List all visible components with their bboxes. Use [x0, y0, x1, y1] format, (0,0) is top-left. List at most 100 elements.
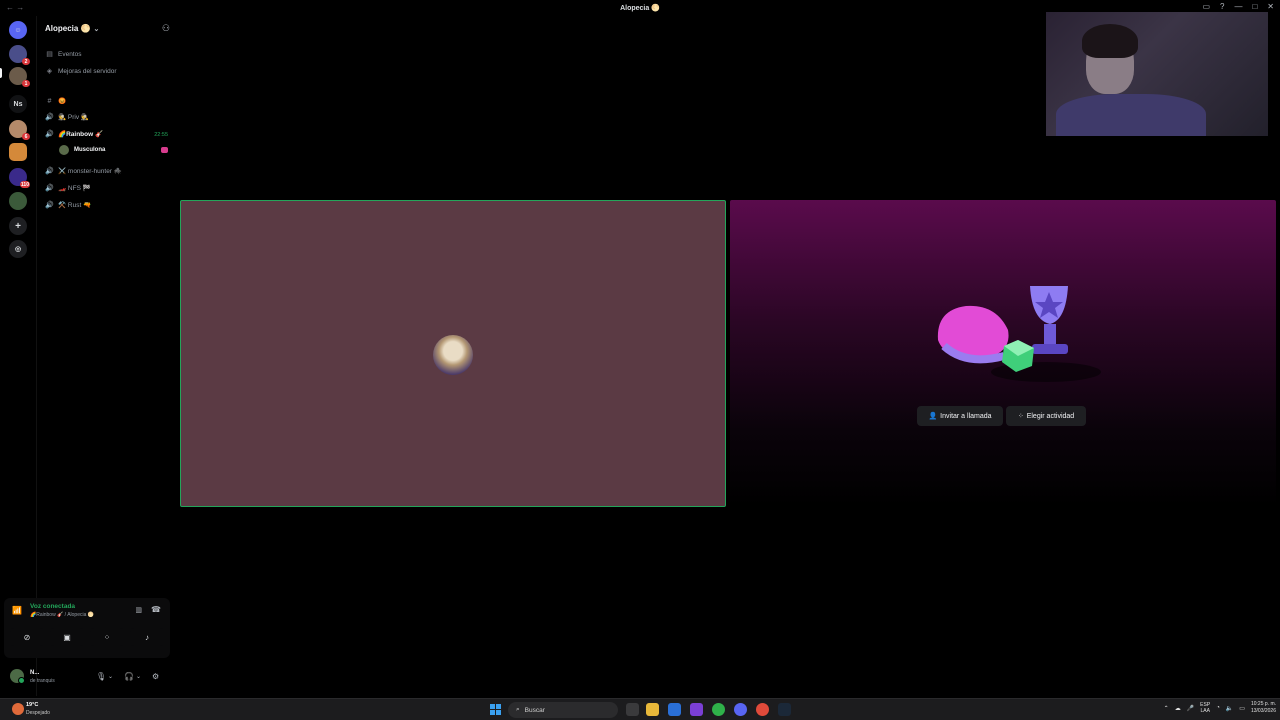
voice-connection-panel: 📶 Voz conectada 🌈Rainbow 🎸 / Alopecia 🌕 … — [4, 598, 170, 658]
chevron-down-icon[interactable]: ⌄ — [108, 673, 113, 680]
participant-avatar — [433, 335, 473, 375]
server-icon-ns[interactable]: Ns — [9, 95, 27, 113]
clock-date: 13/03/2026 — [1250, 708, 1276, 714]
channel-text[interactable]: # 😡 — [45, 97, 67, 106]
channel-voice-priv[interactable]: 🔊 🕵️ Priv 🕵️ — [45, 113, 89, 121]
headphones-icon[interactable]: 🎧 — [124, 672, 134, 681]
channel-name: 🕵️ Priv 🕵️ — [58, 114, 89, 121]
voice-location[interactable]: 🌈Rainbow 🎸 / Alopecia 🌕 — [30, 612, 94, 618]
avatar — [59, 145, 69, 155]
clock[interactable]: 10:25 p. m. 13/03/2026 — [1251, 701, 1276, 715]
username[interactable]: N... — [30, 670, 39, 676]
unread-badge: 110 — [19, 181, 30, 188]
settings-gear-icon[interactable]: ⚙ — [152, 672, 159, 681]
soundboard-button[interactable]: ♪ — [130, 628, 164, 646]
discord-logo-icon: ☺ — [14, 26, 22, 34]
webcam-overlay — [1046, 12, 1268, 136]
member-name: Musculona — [74, 147, 106, 153]
choose-activity-button[interactable]: ⁘ Elegir actividad — [1006, 406, 1086, 426]
speaker-icon: 🔊 — [45, 185, 54, 192]
discover-button[interactable]: ◎ — [9, 240, 27, 258]
server-icon[interactable] — [9, 192, 27, 210]
battery-icon[interactable]: ▭ — [1239, 705, 1245, 712]
microphone-icon[interactable]: 🎙 — [96, 672, 106, 681]
camera-button[interactable]: ⊘ — [10, 628, 44, 646]
channel-voice-rust[interactable]: 🔊 ⚒️ Rust 🔫 — [45, 201, 91, 209]
maximize-icon[interactable]: □ — [1252, 2, 1257, 11]
wifi-icon[interactable]: ◔ — [1216, 705, 1220, 711]
chevron-down-icon: ⌄ — [93, 26, 100, 33]
channel-voice-nfs[interactable]: 🔊 🏎️ NFS 🏁 — [45, 184, 91, 192]
chrome-icon[interactable] — [712, 703, 725, 716]
user-panel: N... de tranquis 🎙 ⌄ 🎧 ⌄ ⚙ — [4, 664, 170, 690]
boosts-item[interactable]: ◈ Mejoras del servidor — [45, 67, 117, 76]
unread-badge: 6 — [22, 133, 30, 140]
weather-temperature[interactable]: 19°C — [26, 702, 38, 708]
webcam-person-hair — [1082, 24, 1138, 58]
participant-tile[interactable] — [180, 200, 726, 507]
steam-icon[interactable] — [778, 703, 791, 716]
user-status: de tranquis — [30, 678, 55, 684]
screen-share-icon: ▣ — [63, 632, 71, 642]
server-icon[interactable]: 110 — [9, 168, 30, 188]
volume-icon[interactable]: 🔈 — [1226, 705, 1233, 712]
chevron-up-icon[interactable]: ⌃ — [1164, 705, 1169, 712]
soundboard-icon: ♪ — [145, 632, 149, 642]
events-item[interactable]: ▤ Eventos — [45, 50, 82, 59]
close-icon[interactable]: ✕ — [1267, 2, 1274, 11]
channel-voice-rainbow[interactable]: 🔊 🌈Rainbow 🎸 — [45, 130, 103, 138]
noise-suppression-icon[interactable]: ▥ — [135, 606, 142, 614]
voice-member[interactable]: Musculona — [59, 145, 105, 155]
camera-off-icon: ⊘ — [23, 632, 31, 642]
trophy-illustration — [937, 286, 1101, 382]
voice-status[interactable]: Voz conectada — [30, 603, 75, 610]
server-icon[interactable] — [9, 143, 27, 161]
taskbar-search[interactable]: ⌕ Buscar — [508, 702, 618, 718]
minimize-icon[interactable]: — — [1234, 2, 1242, 11]
activities-button[interactable]: ⁘ — [90, 628, 124, 646]
keyboard-layout: LAA — [1200, 708, 1210, 714]
server-icon[interactable]: 2 — [9, 45, 30, 65]
microphone-icon[interactable]: 🎤 — [1187, 705, 1194, 712]
server-icon[interactable]: 6 — [9, 120, 30, 140]
weather-icon[interactable] — [12, 703, 24, 715]
events-label: Eventos — [58, 50, 82, 58]
speaker-icon: 🔊 — [45, 131, 54, 138]
signal-icon[interactable]: 📶 — [12, 606, 22, 615]
invite-label: Invitar a llamada — [940, 412, 992, 420]
language-indicator[interactable]: ESP LAA — [1200, 702, 1210, 714]
search-placeholder: Buscar — [524, 706, 545, 714]
avatar[interactable] — [10, 669, 25, 684]
channel-name: 😡 — [58, 98, 67, 105]
speaker-icon: 🔊 — [45, 168, 54, 175]
store-icon[interactable] — [668, 703, 681, 716]
server-rail: ☺ 2 1 Ns 6 110 + ◎ — [0, 16, 36, 696]
file-explorer-icon[interactable] — [646, 703, 659, 716]
direct-messages-button[interactable]: ☺ — [9, 21, 27, 39]
add-member-icon[interactable]: ⚇ — [162, 23, 170, 34]
server-icon-alopecia[interactable]: 1 — [9, 67, 30, 87]
discord-icon[interactable] — [734, 703, 747, 716]
inbox-icon[interactable]: ▭ — [1202, 2, 1210, 11]
windows-start-icon[interactable] — [490, 704, 501, 715]
app-icon[interactable] — [756, 703, 769, 716]
network-icon[interactable]: ☁ — [1175, 705, 1181, 712]
channel-voice-monster-hunter[interactable]: 🔊 ⚔️ monster-hunter 🕷️ — [45, 167, 122, 175]
add-person-icon: 👤 — [928, 413, 938, 420]
screenshare-button[interactable]: ▣ — [50, 628, 84, 646]
task-view-icon[interactable] — [626, 703, 639, 716]
add-server-button[interactable]: + — [9, 217, 27, 235]
channel-name: ⚔️ monster-hunter 🕷️ — [58, 168, 122, 175]
chevron-down-icon[interactable]: ⌄ — [136, 673, 141, 680]
window-controls: ▭ ? — □ ✕ — [1202, 2, 1274, 11]
invite-to-call-button[interactable]: 👤 Invitar a llamada — [917, 406, 1003, 426]
app-icon[interactable] — [690, 703, 703, 716]
channel-sidebar: Alopecia 🌕 ⌄ ⚇ ▤ Eventos ◈ Mejoras del serv… — [36, 16, 176, 696]
help-icon[interactable]: ? — [1220, 2, 1224, 11]
activities-icon: ⁘ — [1017, 413, 1024, 420]
weather-condition[interactable]: Despejado — [26, 710, 50, 716]
voice-timer: 22:55 — [154, 132, 168, 138]
server-header[interactable]: Alopecia 🌕 ⌄ — [45, 24, 99, 33]
disconnect-icon[interactable]: ☎ — [151, 605, 161, 614]
compass-icon: ◎ — [14, 246, 22, 253]
